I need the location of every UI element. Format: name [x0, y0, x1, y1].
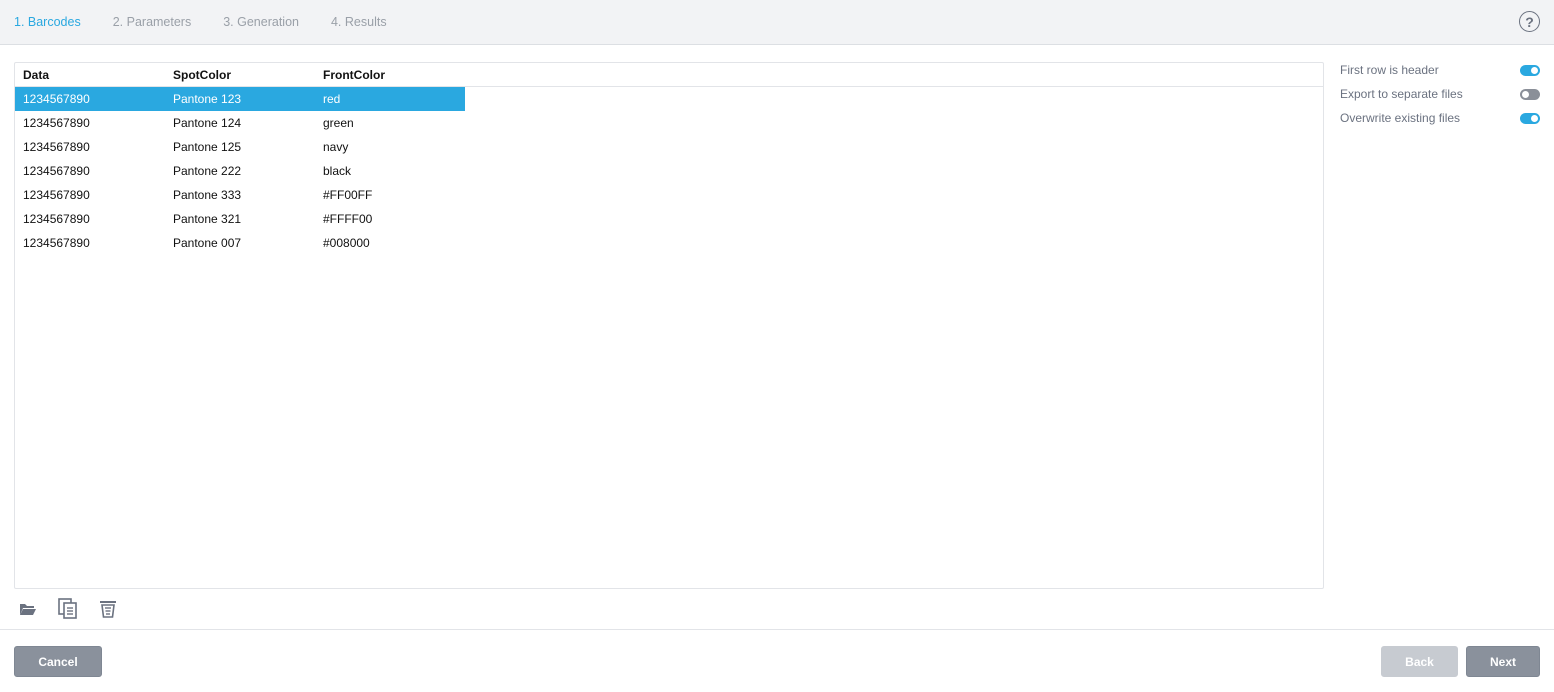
cell-data: 1234567890	[23, 140, 90, 154]
step-results[interactable]: 4. Results	[331, 15, 387, 29]
option-label: Export to separate files	[1340, 87, 1463, 101]
cell-frontcolor: #FF00FF	[323, 188, 373, 202]
cell-data: 1234567890	[23, 116, 90, 130]
steps-nav: 1. Barcodes 2. Parameters 3. Generation …	[14, 0, 419, 44]
cell-frontcolor: #008000	[323, 236, 370, 250]
options-panel: First row is header Export to separate f…	[1340, 58, 1540, 130]
folder-open-icon[interactable]	[18, 598, 38, 620]
cell-frontcolor: black	[323, 164, 352, 178]
cell-spotcolor: Pantone 125	[173, 140, 242, 154]
wizard-step-bar: 1. Barcodes 2. Parameters 3. Generation …	[0, 0, 1554, 45]
table-row[interactable]: 1234567890 Pantone 321 #FFFF00	[15, 207, 465, 231]
cell-data: 1234567890	[23, 212, 90, 226]
toggle-knob	[1531, 114, 1538, 122]
trash-icon[interactable]	[98, 598, 118, 620]
copy-icon[interactable]	[58, 598, 78, 620]
step-barcodes[interactable]: 1. Barcodes	[14, 15, 81, 29]
step-generation[interactable]: 3. Generation	[223, 15, 299, 29]
table-toolbar	[18, 598, 138, 620]
question-circle-icon[interactable]: ?	[1519, 11, 1540, 32]
back-button[interactable]: Back	[1381, 646, 1458, 677]
cell-data: 1234567890	[23, 236, 90, 250]
table-header: Data SpotColor FrontColor	[15, 63, 1323, 87]
cell-data: 1234567890	[23, 188, 90, 202]
barcode-data-table: Data SpotColor FrontColor 1234567890 Pan…	[14, 62, 1324, 589]
first-row-header-toggle[interactable]	[1520, 64, 1540, 76]
cell-spotcolor: Pantone 333	[173, 188, 242, 202]
table-row[interactable]: 1234567890 Pantone 222 black	[15, 159, 465, 183]
cell-frontcolor: green	[323, 116, 354, 130]
step-parameters[interactable]: 2. Parameters	[113, 15, 192, 29]
cell-spotcolor: Pantone 222	[173, 164, 242, 178]
export-separate-toggle[interactable]	[1520, 88, 1540, 100]
cell-data: 1234567890	[23, 164, 90, 178]
cell-data: 1234567890	[23, 92, 90, 106]
cell-spotcolor: Pantone 123	[173, 92, 242, 106]
option-overwrite-existing: Overwrite existing files	[1340, 106, 1540, 130]
column-header-spotcolor[interactable]: SpotColor	[165, 68, 315, 82]
cell-frontcolor: #FFFF00	[323, 212, 373, 226]
cell-spotcolor: Pantone 124	[173, 116, 242, 130]
cancel-button[interactable]: Cancel	[14, 646, 102, 677]
overwrite-existing-toggle[interactable]	[1520, 112, 1540, 124]
table-row[interactable]: 1234567890 Pantone 007 #008000	[15, 231, 465, 255]
table-row[interactable]: 1234567890 Pantone 123 red	[15, 87, 465, 111]
toggle-knob	[1522, 90, 1529, 98]
option-label: Overwrite existing files	[1340, 111, 1461, 125]
column-header-frontcolor[interactable]: FrontColor	[315, 68, 465, 82]
option-first-row-header: First row is header	[1340, 58, 1540, 82]
wizard-footer: Cancel Back Next	[0, 629, 1554, 692]
next-button[interactable]: Next	[1466, 646, 1540, 677]
table-row[interactable]: 1234567890 Pantone 333 #FF00FF	[15, 183, 465, 207]
option-label: First row is header	[1340, 63, 1439, 77]
column-header-data[interactable]: Data	[15, 68, 165, 82]
cell-frontcolor: red	[323, 92, 341, 106]
cell-frontcolor: navy	[323, 140, 349, 154]
table-row[interactable]: 1234567890 Pantone 124 green	[15, 111, 465, 135]
option-export-separate: Export to separate files	[1340, 82, 1540, 106]
cell-spotcolor: Pantone 007	[173, 236, 242, 250]
toggle-knob	[1531, 66, 1538, 74]
table-row[interactable]: 1234567890 Pantone 125 navy	[15, 135, 465, 159]
cell-spotcolor: Pantone 321	[173, 212, 242, 226]
